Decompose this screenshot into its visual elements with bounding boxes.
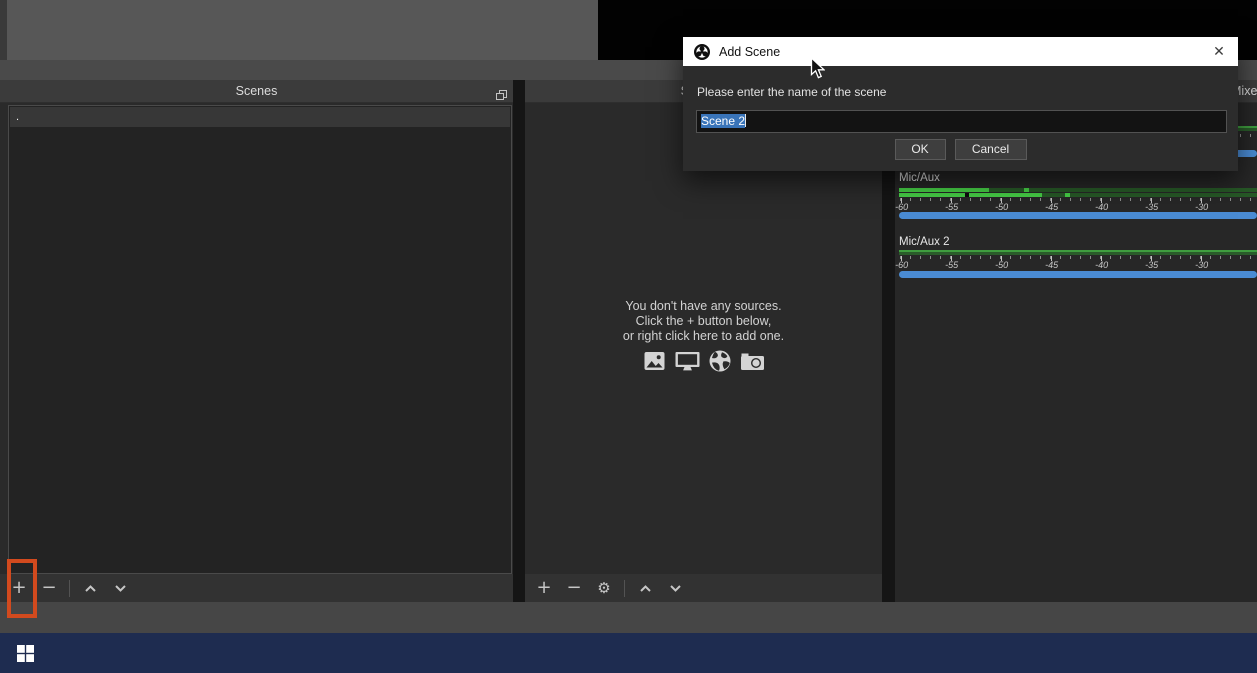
scene-list-item[interactable]: . bbox=[10, 107, 510, 127]
db-tick-label: -40 bbox=[1095, 202, 1108, 212]
toolbar-separator bbox=[69, 580, 70, 597]
db-tick-label: -50 bbox=[995, 260, 1008, 270]
scenes-toolbar: + − bbox=[0, 574, 513, 602]
preview-left-margin bbox=[0, 0, 7, 60]
sources-empty-message: You don't have any sources. Click the + … bbox=[525, 299, 882, 344]
db-tick-label: -35 bbox=[1145, 260, 1158, 270]
sources-add-button[interactable]: + bbox=[534, 577, 554, 599]
dialog-title: Add Scene bbox=[719, 45, 780, 59]
sources-move-up-button[interactable] bbox=[635, 577, 655, 599]
text-caret bbox=[745, 114, 746, 127]
scene-list[interactable]: . bbox=[8, 105, 512, 574]
dialog-titlebar[interactable]: Add Scene ✕ bbox=[683, 37, 1238, 66]
scenes-move-up-button[interactable] bbox=[80, 577, 100, 599]
db-scale: -60-55-50-45-40-35-30 bbox=[899, 256, 1257, 271]
db-tick-label: -55 bbox=[945, 202, 958, 212]
volume-slider[interactable] bbox=[899, 212, 1257, 219]
preview-display-capture bbox=[7, 0, 598, 60]
selected-text: Scene 2 bbox=[701, 114, 745, 128]
sources-remove-button[interactable]: − bbox=[564, 577, 584, 599]
mouse-cursor bbox=[810, 57, 825, 80]
volume-slider[interactable] bbox=[899, 271, 1257, 278]
mixer-channel-label: Mic/Aux 2 bbox=[899, 236, 950, 248]
cancel-button[interactable]: Cancel bbox=[955, 139, 1027, 160]
dialog-buttons: OK Cancel bbox=[683, 139, 1238, 160]
scenes-panel-header: Scenes bbox=[0, 80, 513, 103]
obs-logo-icon bbox=[694, 44, 710, 60]
scenes-remove-button[interactable]: − bbox=[39, 577, 59, 599]
display-icon bbox=[674, 349, 701, 373]
scene-name-prompt: Please enter the name of the scene bbox=[697, 85, 886, 99]
db-tick-label: -45 bbox=[1045, 260, 1058, 270]
source-type-icons bbox=[525, 349, 882, 373]
db-tick-label: -35 bbox=[1145, 202, 1158, 212]
dialog-body: Please enter the name of the scene Scene… bbox=[683, 66, 1238, 171]
db-tick-label: -30 bbox=[1195, 260, 1208, 270]
windows-logo-icon bbox=[17, 645, 34, 662]
db-tick-label: -60 bbox=[895, 260, 908, 270]
mixer-channel: Mic/Aux 2 -60-55-50-45-40-35-30 bbox=[899, 236, 1257, 316]
globe-icon bbox=[708, 349, 732, 373]
db-tick-label: -50 bbox=[995, 202, 1008, 212]
obs-window: Scenes . + − Sources bbox=[0, 0, 1257, 673]
scenes-panel: Scenes . + − bbox=[0, 80, 513, 602]
volume-meter bbox=[899, 250, 1257, 255]
status-bar bbox=[0, 602, 1257, 633]
mixer-channel-label: Mic/Aux bbox=[899, 172, 940, 184]
db-tick-label: -30 bbox=[1195, 202, 1208, 212]
db-tick-label: -60 bbox=[895, 202, 908, 212]
highlight-annotation bbox=[7, 559, 37, 618]
ok-button[interactable]: OK bbox=[895, 139, 946, 160]
sources-move-down-button[interactable] bbox=[665, 577, 685, 599]
start-button[interactable] bbox=[8, 633, 42, 673]
sources-properties-gear-icon[interactable]: ⚙ bbox=[594, 577, 614, 599]
sources-toolbar: + − ⚙ bbox=[525, 574, 882, 602]
scenes-panel-title: Scenes bbox=[236, 84, 278, 98]
close-icon[interactable]: ✕ bbox=[1208, 43, 1230, 60]
scenes-move-down-button[interactable] bbox=[110, 577, 130, 599]
db-scale: -60-55-50-45-40-35-30 bbox=[899, 198, 1257, 213]
db-tick-label: -55 bbox=[945, 260, 958, 270]
scene-name-input[interactable]: Scene 2 bbox=[696, 110, 1227, 133]
db-tick-label: -40 bbox=[1095, 260, 1108, 270]
float-dock-icon[interactable] bbox=[496, 86, 507, 97]
image-icon bbox=[642, 349, 667, 373]
camera-icon bbox=[739, 349, 766, 373]
windows-taskbar bbox=[0, 633, 1257, 673]
volume-meter bbox=[899, 188, 1257, 198]
db-tick-label: -45 bbox=[1045, 202, 1058, 212]
toolbar-separator bbox=[624, 580, 625, 597]
add-scene-dialog: Add Scene ✕ Please enter the name of the… bbox=[683, 37, 1238, 171]
